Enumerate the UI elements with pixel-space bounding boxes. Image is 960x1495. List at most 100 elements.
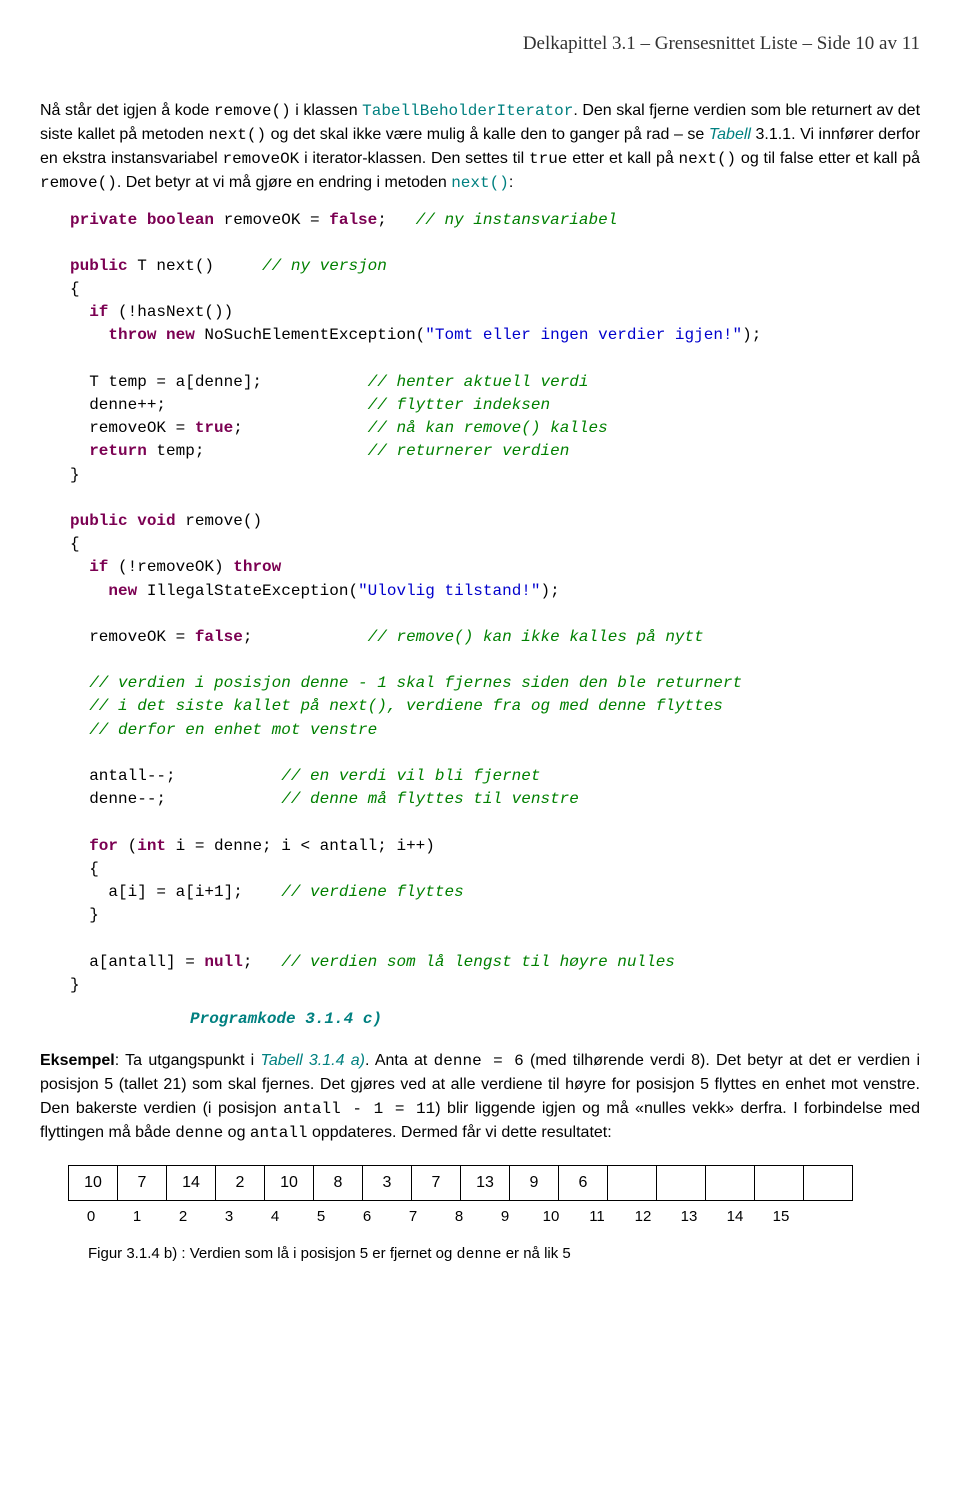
- code-inline: true: [529, 150, 567, 168]
- index-cell: 9: [482, 1206, 528, 1229]
- code: T next(): [128, 257, 262, 275]
- code-caption: Programkode 3.1.4 c): [190, 1007, 920, 1031]
- index-row: 0123456789101112131415: [68, 1205, 920, 1229]
- code: }: [70, 466, 80, 484]
- code: ;: [243, 628, 368, 646]
- text: . Anta at: [365, 1052, 434, 1069]
- index-cell: 4: [252, 1206, 298, 1229]
- code-inline: next(): [451, 174, 509, 192]
- index-cell: 15: [758, 1206, 804, 1229]
- keyword: public: [70, 512, 128, 530]
- keyword: public: [70, 257, 128, 275]
- keyword: int: [137, 837, 166, 855]
- code-inline: next(): [679, 150, 737, 168]
- comment: // en verdi vil bli fjernet: [281, 767, 540, 785]
- text: og: [223, 1124, 250, 1141]
- code-inline: removeOK: [222, 150, 299, 168]
- text: er nå lik 5: [502, 1245, 571, 1262]
- code: );: [742, 326, 761, 344]
- array-cell: [804, 1165, 853, 1200]
- array-cell: 9: [510, 1165, 559, 1200]
- index-cell: 8: [436, 1206, 482, 1229]
- text: og til false etter et kall på: [736, 150, 920, 167]
- code: antall--;: [70, 767, 281, 785]
- code: {: [70, 860, 99, 878]
- figure-caption: Figur 3.1.4 b) : Verdien som lå i posisj…: [88, 1243, 920, 1267]
- code: i = denne; i < antall; i++): [166, 837, 435, 855]
- code: (!removeOK): [108, 558, 233, 576]
- code: T temp = a[denne];: [70, 373, 368, 391]
- text: oppdateres. Dermed får vi dette resultat…: [308, 1124, 612, 1141]
- index-cell: 7: [390, 1206, 436, 1229]
- array-figure: 10 7 14 2 10 8 3 7 13 9 6 01234567891011…: [40, 1165, 920, 1267]
- code: removeOK =: [70, 628, 195, 646]
- array-cell: 8: [314, 1165, 363, 1200]
- comment: // verdien som lå lengst til høyre nulle…: [281, 953, 675, 971]
- array-cell: [608, 1165, 657, 1200]
- keyword: null: [204, 953, 242, 971]
- array-cell: 6: [559, 1165, 608, 1200]
- array-cell: [706, 1165, 755, 1200]
- code: remove(): [176, 512, 262, 530]
- code-inline: denne: [457, 1246, 502, 1263]
- text: . Det betyr at vi må gjøre en endring i …: [117, 174, 451, 191]
- array-cell: [657, 1165, 706, 1200]
- index-cell: 2: [160, 1206, 206, 1229]
- keyword: throw: [233, 558, 281, 576]
- text: Nå står det igjen å kode: [40, 102, 214, 119]
- comment: // ny instansvariabel: [416, 211, 618, 229]
- array-cell: 7: [118, 1165, 167, 1200]
- array-cell: 13: [461, 1165, 510, 1200]
- code-inline: remove(): [40, 174, 117, 192]
- array-cell: 7: [412, 1165, 461, 1200]
- code: ;: [243, 953, 281, 971]
- code: {: [70, 280, 80, 298]
- code-listing: private boolean removeOK = false; // ny …: [70, 209, 920, 997]
- code: removeOK =: [70, 419, 195, 437]
- page-header: Delkapittel 3.1 – Grensesnittet Liste – …: [40, 30, 920, 59]
- array-cell: [755, 1165, 804, 1200]
- comment: // i det siste kallet på next(), verdien…: [70, 697, 723, 715]
- table-row: 10 7 14 2 10 8 3 7 13 9 6: [69, 1165, 853, 1200]
- array-cell: 3: [363, 1165, 412, 1200]
- comment: // verdiene flyttes: [281, 883, 463, 901]
- sep: –: [798, 33, 817, 54]
- chapter-title: Grensesnittet Liste: [655, 33, 798, 54]
- code: NoSuchElementException(: [195, 326, 425, 344]
- code: denne--;: [70, 790, 281, 808]
- code-inline: antall - 1 = 11: [283, 1100, 435, 1118]
- comment: // verdien i posisjon denne - 1 skal fje…: [70, 674, 742, 692]
- keyword: private: [70, 211, 137, 229]
- code: denne++;: [70, 396, 368, 414]
- index-cell: 14: [712, 1206, 758, 1229]
- comment: // flytter indeksen: [368, 396, 550, 414]
- code-inline: antall: [250, 1124, 308, 1142]
- index-cell: 3: [206, 1206, 252, 1229]
- code: );: [541, 582, 560, 600]
- code: }: [70, 976, 80, 994]
- code: a[i] = a[i+1];: [70, 883, 281, 901]
- index-cell: 1: [114, 1206, 160, 1229]
- code: }: [70, 906, 99, 924]
- keyword: return: [70, 442, 147, 460]
- class-name: TabellBeholderIterator: [362, 102, 573, 120]
- array-table: 10 7 14 2 10 8 3 7 13 9 6: [68, 1165, 853, 1201]
- array-cell: 10: [265, 1165, 314, 1200]
- comment: // returnerer verdien: [368, 442, 570, 460]
- code-inline: denne = 6: [434, 1052, 524, 1070]
- index-cell: 0: [68, 1206, 114, 1229]
- code: a[antall] =: [70, 953, 204, 971]
- text: :: [509, 174, 513, 191]
- paragraph-example: Eksempel: Ta utgangspunkt i Tabell 3.1.4…: [40, 1049, 920, 1145]
- chapter-label: Delkapittel 3.1: [523, 33, 636, 54]
- comment: // nå kan remove() kalles: [368, 419, 608, 437]
- array-cell: 10: [69, 1165, 118, 1200]
- keyword: boolean: [137, 211, 214, 229]
- code-inline: denne: [175, 1124, 223, 1142]
- code: removeOK =: [214, 211, 329, 229]
- keyword: if: [70, 303, 108, 321]
- example-label: Eksempel: [40, 1052, 115, 1069]
- code-inline: remove(): [214, 102, 291, 120]
- index-cell: 13: [666, 1206, 712, 1229]
- code: ;: [233, 419, 367, 437]
